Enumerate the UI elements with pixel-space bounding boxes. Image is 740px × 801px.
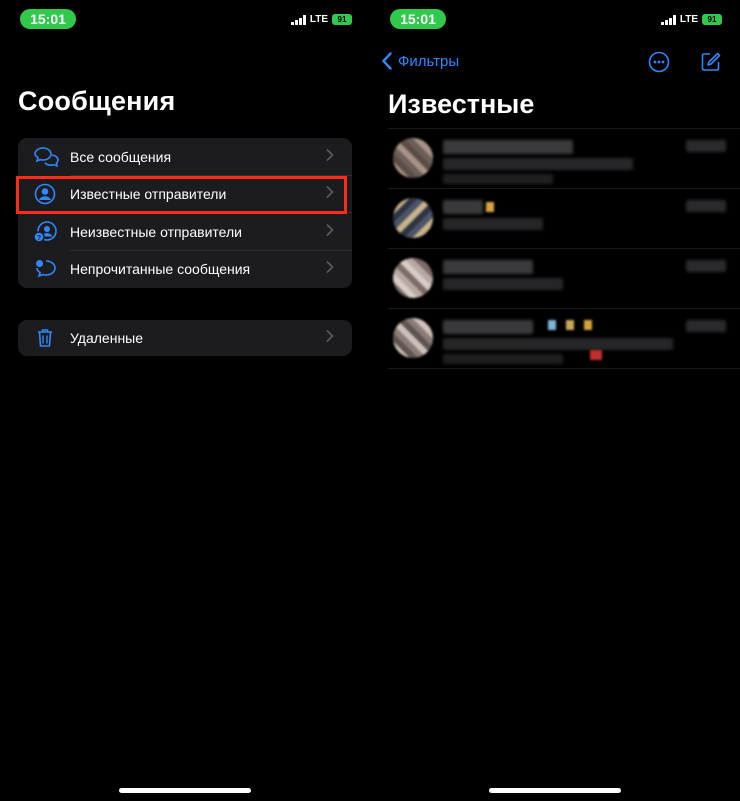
conversation-row[interactable] [388,308,740,368]
compose-button[interactable] [700,51,722,78]
network-type: LTE [679,14,698,25]
signal-icon [291,14,306,25]
status-time: 15:01 [20,9,76,29]
filters-group: Все сообщения Известные отправители ? Не… [18,138,352,288]
chat-bubbles-icon [34,146,59,168]
home-indicator[interactable] [119,788,251,793]
filter-label: Неизвестные отправители [70,223,242,240]
back-button[interactable]: Фильтры [382,52,459,70]
filter-label: Известные отправители [70,186,227,203]
filter-label: Удаленные [70,330,144,346]
filter-deleted[interactable]: Удаленные [18,320,352,356]
svg-text:?: ? [37,235,41,242]
avatar [393,318,433,358]
filter-label: Непрочитанные сообщения [70,261,251,278]
conversation-row[interactable] [388,188,740,248]
battery-icon: 91 [702,14,722,25]
status-indicators: LTE 91 [291,14,352,25]
chevron-right-icon [326,329,334,347]
chevron-right-icon [326,185,334,203]
home-indicator[interactable] [489,788,621,793]
battery-icon: 91 [332,14,352,25]
ellipsis-circle-icon [648,51,670,73]
unknown-person-icon: ? [33,220,57,243]
avatar [393,258,433,298]
page-title: Сообщения [18,86,176,116]
avatar [393,198,433,238]
network-type: LTE [309,14,328,25]
status-time: 15:01 [390,9,446,29]
person-circle-icon [34,183,56,205]
filter-unknown-senders[interactable]: ? Неизвестные отправители [18,213,352,251]
filter-all-messages[interactable]: Все сообщения [18,138,352,176]
chevron-left-icon [382,52,392,70]
unread-bubble-icon [34,258,56,280]
filter-label: Все сообщения [70,148,172,165]
chevron-right-icon [326,148,334,166]
back-label: Фильтры [398,52,460,70]
list-separator [388,368,740,369]
trash-icon [34,327,56,349]
signal-icon [661,14,676,25]
known-senders-screen: 15:01 LTE 91 Фильтры Известные [370,0,740,801]
conversation-row[interactable] [388,128,740,188]
more-button[interactable] [648,51,670,78]
avatar [393,138,433,178]
conversation-row[interactable] [388,248,740,308]
deleted-group: Удаленные [18,320,352,356]
filters-screen: 15:01 LTE 91 Сообщения Все сообщения Изв… [0,0,370,801]
chevron-right-icon [326,223,334,241]
chevron-right-icon [326,260,334,278]
compose-icon [701,52,721,71]
filter-known-senders[interactable]: Известные отправители [18,176,352,213]
page-title: Известные [388,89,535,119]
status-indicators: LTE 91 [661,14,722,25]
filter-unread-messages[interactable]: Непрочитанные сообщения [18,251,352,289]
